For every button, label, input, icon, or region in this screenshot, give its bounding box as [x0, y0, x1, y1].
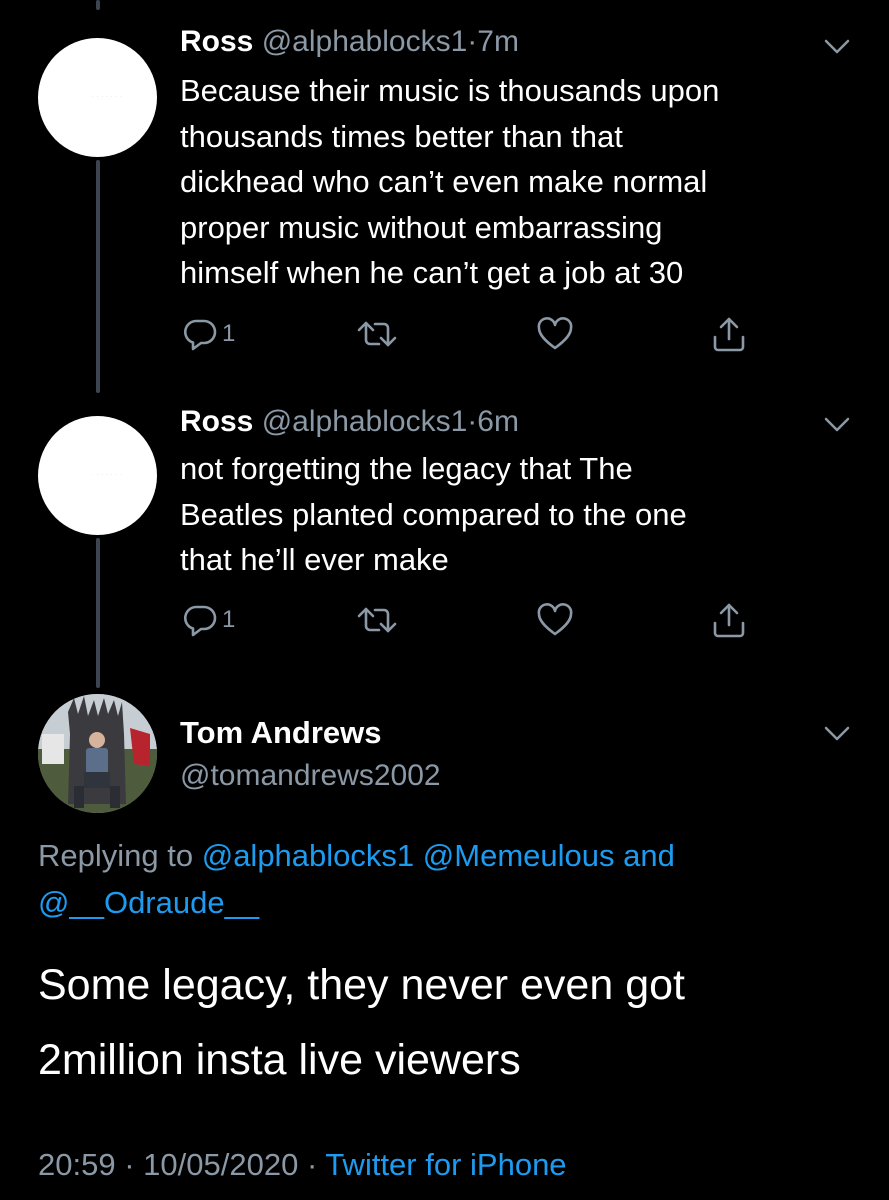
reply-count: 1 [222, 320, 236, 347]
tweet-source-link[interactable]: Twitter for iPhone [325, 1147, 566, 1182]
share-button[interactable] [710, 600, 748, 640]
chevron-down-icon[interactable] [823, 725, 851, 743]
avatar-photo-image [38, 694, 157, 813]
author-name[interactable]: Tom Andrews [180, 713, 382, 753]
thread-line [96, 0, 100, 10]
meta-separator: · [306, 1147, 318, 1182]
replying-to-line: Replying to @alphablocks1 @Memeulous and [38, 832, 838, 879]
time-separator: · [467, 25, 478, 58]
author-handle[interactable]: @alphablocks1 [262, 405, 468, 438]
author-name[interactable]: Ross [180, 25, 253, 58]
tweet-text-line: that he’ll ever make [180, 542, 449, 577]
avatar-watermark: · · · · · · · [92, 94, 123, 100]
mention-link[interactable]: @__Odraude__ [38, 885, 259, 920]
thread-line [96, 538, 100, 688]
tweet-time[interactable]: 7m [477, 25, 519, 58]
tweet-text: not forgetting the legacy that The Beatl… [180, 446, 840, 583]
share-icon [713, 603, 745, 638]
reply-icon [184, 605, 217, 637]
avatar-photo[interactable] [38, 694, 157, 813]
tweet-text-line: not forgetting the legacy that The [180, 451, 633, 486]
reply-icon [184, 319, 217, 351]
tweet-text-line: dickhead who can’t even make normal [180, 164, 708, 199]
share-icon [713, 317, 745, 352]
author-name[interactable]: Ross [180, 405, 253, 438]
like-icon [537, 317, 573, 350]
tweet-text: Because their music is thousands upon th… [180, 68, 840, 296]
tweet-text-line: Beatles planted compared to the one [180, 496, 687, 532]
retweet-icon [357, 321, 397, 347]
tweet-actions: 1 [180, 600, 760, 640]
retweet-button[interactable] [356, 314, 398, 354]
author-handle[interactable]: @alphablocks1 [262, 25, 468, 58]
mention-link[interactable]: @alphablocks1 [202, 838, 414, 873]
tweet-header: Ross @alphablocks1·6m [180, 402, 519, 442]
meta-separator: · [124, 1147, 135, 1182]
like-icon [537, 603, 573, 636]
reply-count: 1 [222, 606, 236, 633]
replying-to-prefix: Replying to [38, 838, 194, 873]
reply-button[interactable]: 1 [182, 314, 235, 354]
tweet-text-line: Because their music is thousands upon [180, 73, 720, 108]
avatar[interactable]: · · · · · · · [38, 416, 157, 535]
author-handle[interactable]: @tomandrews2002 [180, 756, 441, 796]
tweet-time[interactable]: 6m [477, 405, 519, 438]
like-button[interactable] [536, 600, 574, 640]
main-tweet-text-line: Some legacy, they never even got [38, 961, 685, 1009]
chevron-down-icon[interactable] [823, 38, 851, 56]
avatar[interactable]: · · · · · · · [38, 38, 157, 157]
thread-line [96, 160, 100, 393]
tweet-text-line: proper music without embarrassing [180, 209, 663, 245]
tweet-metadata: 20:59 · 10/05/2020 · Twitter for iPhone [38, 1145, 567, 1185]
tweet-text-line: thousands times better than that [180, 118, 623, 154]
like-button[interactable] [536, 314, 574, 354]
tweet-actions: 1 [180, 314, 760, 354]
main-tweet-text-line: 2million insta live viewers [38, 1036, 521, 1084]
reply-button[interactable]: 1 [182, 600, 235, 640]
tweet-date: 10/05/2020 [143, 1147, 299, 1182]
share-button[interactable] [710, 314, 748, 354]
avatar-watermark: · · · · · · · [92, 472, 123, 478]
tweet-text-line: himself when he can’t get a job at 30 [180, 255, 684, 290]
chevron-down-icon[interactable] [823, 416, 851, 434]
time-separator: · [467, 405, 478, 438]
mention-link[interactable]: @Memeulous [423, 838, 615, 873]
replying-to-line: @__Odraude__ [38, 879, 838, 926]
retweet-icon [357, 607, 397, 633]
replying-to: Replying to @alphablocks1 @Memeulous and… [38, 832, 838, 926]
tweet-header: Ross @alphablocks1·7m [180, 22, 519, 62]
mention-and-others-link[interactable]: and [623, 838, 675, 873]
tweet-timestamp: 20:59 [38, 1147, 116, 1182]
retweet-button[interactable] [356, 600, 398, 640]
main-tweet-text: Some legacy, they never even got 2millio… [38, 948, 858, 1098]
